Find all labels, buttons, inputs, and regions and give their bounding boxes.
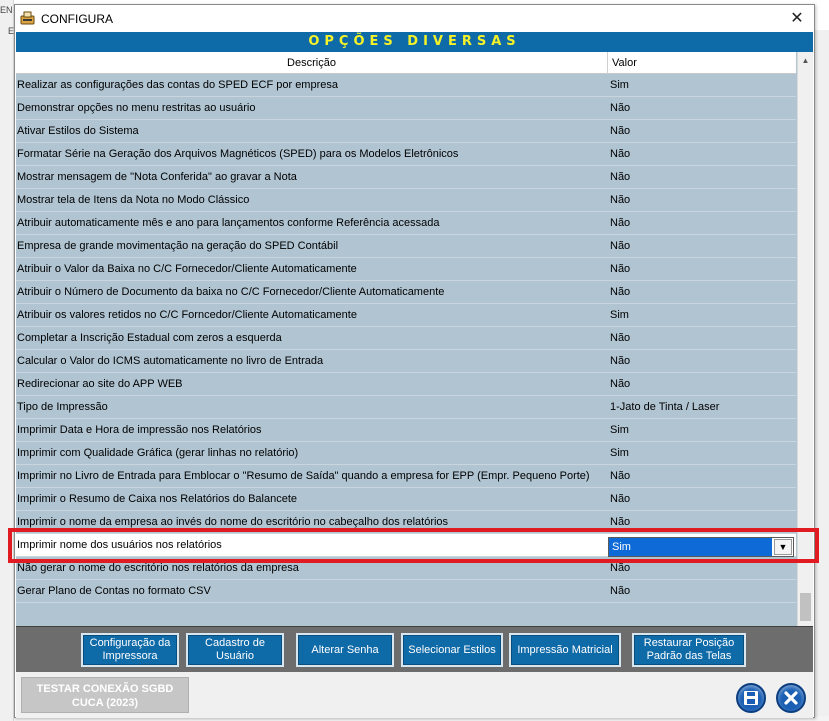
row-value[interactable]: Não: [610, 97, 790, 120]
row-description: Atribuir os valores retidos no C/C Fornc…: [17, 309, 357, 321]
close-icon[interactable]: ✕: [785, 8, 809, 30]
background-app-strip: EN E: [0, 0, 14, 721]
table-row[interactable]: Formatar Série na Geração dos Arquivos M…: [16, 143, 796, 166]
config-printer-button[interactable]: Configuração da Impressora: [81, 633, 179, 667]
column-header-value[interactable]: Valor: [609, 52, 796, 74]
row-description: Calcular o Valor do ICMS automaticamente…: [17, 355, 324, 367]
table-row[interactable]: Demonstrar opções no menu restritas ao u…: [16, 97, 796, 120]
table-row[interactable]: Atribuir automaticamente mês e ano para …: [16, 212, 796, 235]
row-description: Tipo de Impressão: [17, 401, 108, 413]
row-value[interactable]: Não: [610, 281, 790, 304]
table-row[interactable]: Imprimir o Resumo de Caixa nos Relatório…: [16, 488, 796, 511]
row-value[interactable]: Sim: [610, 419, 790, 442]
row-description: Gerar Plano de Contas no formato CSV: [17, 585, 211, 597]
row-description: Redirecionar ao site do APP WEB: [17, 378, 183, 390]
row-description: Atribuir o Valor da Baixa no C/C Fornece…: [17, 263, 357, 275]
app-icon: [20, 11, 35, 25]
row-value[interactable]: Não: [610, 350, 790, 373]
row-description: Atribuir o Número de Documento da baixa …: [17, 286, 445, 298]
row-value[interactable]: Não: [610, 258, 790, 281]
row-description: Completar a Inscrição Estadual com zeros…: [17, 332, 282, 344]
row-description: Formatar Série na Geração dos Arquivos M…: [17, 148, 459, 160]
table-row[interactable]: Calcular o Valor do ICMS automaticamente…: [16, 350, 796, 373]
row-value[interactable]: Não: [610, 235, 790, 258]
select-styles-button[interactable]: Selecionar Estilos: [401, 633, 503, 667]
table-row[interactable]: Atribuir o Número de Documento da baixa …: [16, 281, 796, 304]
row-value[interactable]: Não: [610, 488, 790, 511]
row-value[interactable]: Sim: [610, 74, 790, 97]
table-row[interactable]: Ativar Estilos do Sistema Não: [16, 120, 796, 143]
row-description: Empresa de grande movimentação na geraçã…: [17, 240, 339, 252]
row-description: Imprimir com Qualidade Gráfica (gerar li…: [17, 447, 299, 459]
row-description: Mostrar tela de Itens da Nota no Modo Cl…: [17, 194, 250, 206]
user-registration-button[interactable]: Cadastro de Usuário: [186, 633, 284, 667]
scrollbar-thumb[interactable]: [800, 593, 811, 621]
row-description: Atribuir automaticamente mês e ano para …: [17, 217, 440, 229]
scroll-up-icon[interactable]: ▲: [798, 54, 813, 68]
row-description: Mostrar mensagem de "Nota Conferida" ao …: [17, 171, 297, 183]
row-value[interactable]: Não: [610, 120, 790, 143]
window-title: CONFIGURA: [41, 12, 113, 26]
table-row[interactable]: Mostrar mensagem de "Nota Conferida" ao …: [16, 166, 796, 189]
table-row[interactable]: Imprimir Data e Hora de impressão nos Re…: [16, 419, 796, 442]
footer-bar: TESTAR CONEXÃO SGBD CUCA (2023): [16, 672, 813, 718]
row-value[interactable]: Sim: [610, 304, 790, 327]
row-value[interactable]: 1-Jato de Tinta / Laser: [610, 396, 790, 419]
row-description: Imprimir Data e Hora de impressão nos Re…: [17, 424, 262, 436]
table-row[interactable]: Realizar as configurações das contas do …: [16, 74, 796, 97]
row-value[interactable]: Não: [610, 212, 790, 235]
save-icon: [744, 691, 758, 705]
row-description: Imprimir o Resumo de Caixa nos Relatório…: [17, 493, 298, 505]
table-row[interactable]: Completar a Inscrição Estadual com zeros…: [16, 327, 796, 350]
row-value[interactable]: Não: [610, 143, 790, 166]
table-row[interactable]: Tipo de Impressão 1-Jato de Tinta / Laser: [16, 396, 796, 419]
table-row[interactable]: Atribuir os valores retidos no C/C Fornc…: [16, 304, 796, 327]
table-row[interactable]: Mostrar tela de Itens da Nota no Modo Cl…: [16, 189, 796, 212]
row-value[interactable]: Não: [610, 166, 790, 189]
row-value[interactable]: Não: [610, 189, 790, 212]
exit-button[interactable]: [776, 683, 806, 713]
table-row[interactable]: Redirecionar ao site do APP WEB Não: [16, 373, 796, 396]
button-bar: Configuração da Impressora Cadastro de U…: [16, 626, 813, 672]
config-window: CONFIGURA ✕ OPÇÕES DIVERSAS Descrição Va…: [14, 4, 815, 718]
row-description: Demonstrar opções no menu restritas ao u…: [17, 102, 256, 114]
background-text: EN: [0, 5, 13, 15]
row-value[interactable]: Não: [610, 373, 790, 396]
table-row[interactable]: Empresa de grande movimentação na geraçã…: [16, 235, 796, 258]
restore-window-position-button[interactable]: Restaurar Posição Padrão das Telas: [632, 633, 746, 667]
table-row[interactable]: Atribuir o Valor da Baixa no C/C Fornece…: [16, 258, 796, 281]
row-value[interactable]: Sim: [610, 442, 790, 465]
row-value[interactable]: Não: [610, 580, 790, 603]
selected-row-highlight: [8, 528, 819, 563]
table-row[interactable]: Imprimir com Qualidade Gráfica (gerar li…: [16, 442, 796, 465]
row-description: Imprimir no Livro de Entrada para Embloc…: [17, 470, 590, 482]
row-value[interactable]: Não: [610, 327, 790, 350]
section-title: OPÇÕES DIVERSAS: [16, 32, 813, 52]
test-connection-button[interactable]: TESTAR CONEXÃO SGBD CUCA (2023): [21, 677, 189, 713]
title-bar: CONFIGURA ✕: [15, 5, 814, 32]
row-value[interactable]: Não: [610, 465, 790, 488]
table-row[interactable]: Imprimir no Livro de Entrada para Embloc…: [16, 465, 796, 488]
dot-matrix-print-button[interactable]: Impressão Matricial: [509, 633, 621, 667]
change-password-button[interactable]: Alterar Senha: [296, 633, 394, 667]
background-app-right: [815, 30, 829, 721]
save-button[interactable]: [736, 683, 766, 713]
row-description: Realizar as configurações das contas do …: [17, 79, 338, 91]
row-description: Ativar Estilos do Sistema: [17, 125, 139, 137]
grid-header: Descrição Valor: [16, 52, 796, 74]
column-header-description[interactable]: Descrição: [16, 52, 608, 74]
exit-icon: [784, 691, 798, 705]
table-row[interactable]: Gerar Plano de Contas no formato CSV Não: [16, 580, 796, 603]
